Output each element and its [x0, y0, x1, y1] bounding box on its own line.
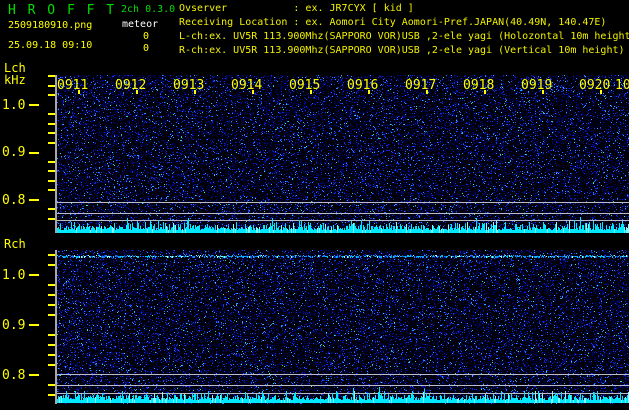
rch-freq-minor-tick [48, 264, 55, 266]
rch-freq-minor-tick [48, 284, 55, 286]
khz-unit-label: kHz [4, 73, 26, 87]
rch-freq-label: 1.0 [2, 267, 26, 283]
lch-freq-major-tick [29, 151, 39, 154]
time-minute-tick [368, 90, 370, 94]
app-title: H R O F F T [8, 3, 117, 18]
lch-freq-minor-tick [48, 141, 55, 144]
lch-freq-minor-tick [48, 132, 55, 134]
lch-freq-minor-tick [48, 122, 55, 125]
mode-label: meteor [122, 19, 159, 30]
lch-freq-minor-tick [48, 160, 55, 163]
lch-freq-minor-tick [48, 208, 55, 210]
hrofft-window: H R O F F T 2ch 0.3.0 2509180910.png met… [0, 0, 629, 410]
meteor-count-bottom: 0 [142, 43, 150, 54]
rch-receiver-line: R-ch:ex. UV5R 113.900Mhz(SAPPORO VOR)USB… [179, 45, 625, 56]
rch-panel-label: Rch [4, 237, 26, 251]
time-minute-tick [542, 90, 544, 94]
time-label: 0920 [579, 78, 611, 93]
time-label: 0918 [463, 78, 495, 93]
lch-freq-minor-tick [48, 189, 55, 191]
rch-freq-label: 0.8 [2, 367, 26, 383]
rch-freq-minor-tick [48, 384, 55, 386]
time-minute-tick [426, 90, 428, 94]
rch-freq-minor-tick [48, 344, 55, 346]
lch-freq-minor-tick [48, 94, 55, 96]
lch-receiver-line: L-ch:ex. UV5R 113.900Mhz(SAPPORO VOR)USB… [179, 31, 629, 42]
lch-freq-minor-tick [48, 113, 55, 115]
time-label: 0915 [289, 78, 321, 93]
time-label: 0913 [173, 78, 205, 93]
output-filename: 2509180910.png [8, 20, 93, 31]
meteor-count-top: 0 [142, 31, 150, 42]
lch-spectrogram [57, 75, 629, 233]
rch-spectrogram [57, 250, 629, 404]
time-minute-tick [78, 90, 80, 94]
lch-freq-major-tick [29, 199, 39, 201]
time-label: 0911 [57, 78, 89, 93]
time-minute-tick [484, 90, 486, 94]
rch-freq-label: 0.9 [2, 317, 26, 333]
time-minute-tick [310, 90, 312, 94]
observer-line: Ovserver : ex. JR7CYX [ kid ] [179, 3, 414, 14]
rch-freq-minor-tick [48, 314, 55, 316]
lch-freq-label: 0.9 [2, 145, 26, 160]
time-label: 0919 [521, 78, 553, 93]
rch-freq-minor-tick [48, 294, 55, 296]
time-label-edge-fragment: 10 [615, 78, 629, 93]
lch-freq-minor-tick [48, 179, 55, 182]
rch-freq-major-tick [29, 374, 39, 376]
time-label: 0916 [347, 78, 379, 93]
rch-freq-minor-tick [48, 394, 55, 396]
lch-freq-minor-tick [48, 217, 55, 220]
rch-freq-major-tick [29, 274, 39, 276]
lch-freq-label: 0.8 [2, 192, 26, 208]
receiving-location-line: Receiving Location : ex. Aomori City Aom… [179, 17, 607, 28]
lch-freq-minor-tick [48, 170, 55, 172]
time-label: 0914 [231, 78, 263, 93]
lch-freq-major-tick [29, 104, 39, 106]
time-minute-tick [600, 90, 602, 94]
rch-freq-minor-tick [48, 364, 55, 366]
time-minute-tick [194, 90, 196, 94]
time-label: 0917 [405, 78, 437, 93]
time-label: 0912 [115, 78, 147, 93]
rch-freq-minor-tick [48, 254, 55, 256]
time-minute-tick [136, 90, 138, 94]
lch-freq-label: 1.0 [2, 97, 26, 113]
lch-freq-minor-tick [48, 84, 55, 87]
rch-freq-minor-tick [48, 334, 55, 336]
rch-freq-minor-tick [48, 304, 55, 306]
rch-freq-major-tick [29, 324, 39, 326]
lch-freq-minor-tick [48, 75, 55, 77]
date-time-label: 25.09.18 09:10 [8, 40, 93, 51]
time-minute-tick [252, 90, 254, 94]
rch-freq-minor-tick [48, 354, 55, 356]
channel-version-label: 2ch 0.3.0 [121, 4, 176, 15]
